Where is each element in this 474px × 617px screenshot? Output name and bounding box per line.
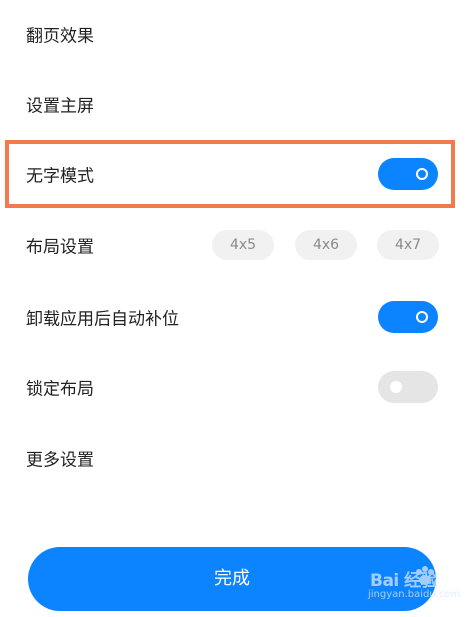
toggle-knob bbox=[416, 168, 428, 180]
watermark-brand: Bai 经验 bbox=[370, 571, 438, 591]
no-text-mode-label: 无字模式 bbox=[26, 166, 94, 187]
baidu-watermark: Bai 经验 jingyan.baidu.com bbox=[344, 562, 464, 608]
settings-row-auto-fill: 卸载应用后自动补位 bbox=[0, 281, 474, 353]
set-home-screen-label: 设置主屏 bbox=[26, 96, 94, 117]
no-text-mode-toggle[interactable] bbox=[378, 158, 438, 190]
settings-row-set-home-screen[interactable]: 设置主屏 bbox=[0, 68, 474, 140]
page-turn-effect-label: 翻页效果 bbox=[26, 26, 94, 47]
auto-fill-label: 卸载应用后自动补位 bbox=[26, 309, 179, 330]
layout-option-4x6[interactable]: 4x6 bbox=[295, 230, 357, 260]
layout-option-4x7[interactable]: 4x7 bbox=[377, 230, 439, 260]
layout-option-4x5[interactable]: 4x5 bbox=[212, 230, 274, 260]
settings-row-no-text-mode: 无字模式 bbox=[0, 138, 474, 210]
auto-fill-toggle[interactable] bbox=[378, 301, 438, 333]
settings-row-lock-layout: 锁定布局 bbox=[0, 351, 474, 423]
settings-row-layout-settings: 布局设置 4x5 4x6 4x7 bbox=[0, 209, 474, 281]
layout-settings-label: 布局设置 bbox=[26, 237, 94, 258]
settings-row-more-settings[interactable]: 更多设置 bbox=[0, 422, 474, 494]
settings-row-page-turn-effect[interactable]: 翻页效果 bbox=[0, 0, 474, 70]
lock-layout-toggle[interactable] bbox=[378, 371, 438, 403]
toggle-knob bbox=[416, 311, 428, 323]
more-settings-label: 更多设置 bbox=[26, 450, 94, 471]
watermark-url: jingyan.baidu.com bbox=[368, 589, 461, 600]
lock-layout-label: 锁定布局 bbox=[26, 379, 94, 400]
toggle-knob bbox=[390, 381, 402, 393]
